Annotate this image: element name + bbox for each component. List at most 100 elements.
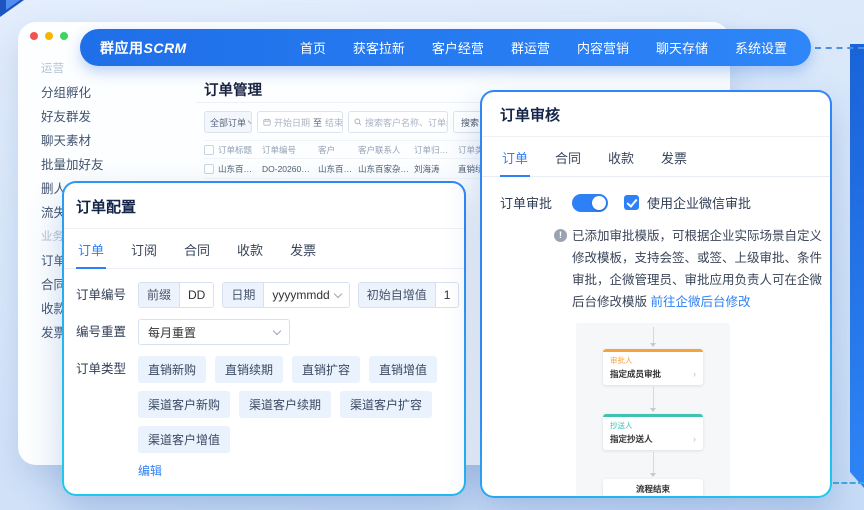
dashed-connector-top [815,47,864,49]
prefix-input-group[interactable]: 前缀 DD [138,282,215,308]
seed-label: 初始自增值 [358,283,436,307]
nav-item-group[interactable]: 群运营 [511,38,550,57]
table-header-cell: 订单标题 [218,144,253,155]
approval-hint: 启用后，创建订单时可快捷添加产品库中没有的产品 [180,493,456,494]
tab-payment[interactable]: 收款 [608,148,634,167]
sidebar-item-batch-add-friends[interactable]: 批量加好友 [41,158,104,173]
toggle-knob [592,195,606,210]
sidebar-item-group-incubation[interactable]: 分组孵化 [41,86,104,101]
tab-contract[interactable]: 合同 [184,240,210,259]
order-no-cell: DO-20260417-0... [262,163,314,174]
order-search-input[interactable]: 搜索客户名称、订单编号 [348,111,448,133]
customer-cell: 山东百家杂技... [318,163,354,174]
search-icon [354,118,362,126]
tab-contract[interactable]: 合同 [555,148,581,167]
prefix-label: 前缀 [139,283,181,307]
tab-order[interactable]: 订单 [75,240,107,269]
order-type-tag[interactable]: 渠道客户增值 [138,426,231,453]
field-label: 编号重置 [76,325,127,339]
order-approval-row: 订单审批 启用后，创建订单时可快捷添加产品库中没有的产品 [76,493,452,495]
window-controls [30,32,68,40]
screen: 群应用SCRM 首页 获客拉新 客户经营 群运营 内容营销 聊天存储 系统设置 … [0,0,864,510]
minimize-window-icon[interactable] [45,32,53,40]
flow-node-approver: 审批人 指定成员审批 › [603,349,703,385]
audit-approval-row: 订单审批 使用企业微信审批 [500,193,812,212]
field-label: 订单编号 [76,288,127,302]
right-edge-ribbon-decoration [850,44,864,488]
date-range-input[interactable]: 开始日期 至 结束日期 [257,111,343,133]
panel-title: 订单配置 [76,199,137,216]
order-status-select[interactable]: 全部订单 [204,111,252,133]
edit-types-link[interactable]: 编辑 [138,462,162,479]
order-type-row: 订单类型 直销新购 直销续期 直销扩容 直销增值 渠道客户新购 渠道客户续期 渠… [76,356,452,480]
row-checkbox[interactable] [204,163,214,174]
tab-payment[interactable]: 收款 [237,240,263,259]
date-format-select[interactable]: yyyymmdd [264,283,349,307]
contact-cell: 山东百家杂技马技 [358,163,410,174]
date-between-label: 至 [313,117,323,128]
node-title: 指定抄送人 [610,434,653,444]
nav-item-chat-archive[interactable]: 聊天存储 [656,38,708,57]
table-header-cell: 订单归属人 [414,144,454,155]
nav-item-settings[interactable]: 系统设置 [735,38,787,57]
tab-order[interactable]: 订单 [499,148,531,177]
order-type-tag[interactable]: 渠道客户续期 [239,391,332,418]
order-type-tag[interactable]: 渠道客户扩容 [340,391,433,418]
sidebar-item-chat-material[interactable]: 聊天素材 [41,134,104,149]
flow-arrow-icon [650,473,656,477]
wechat-approval-label: 使用企业微信审批 [647,196,752,211]
calendar-icon [263,118,271,126]
select-all-checkbox[interactable] [204,144,214,155]
owner-cell: 刘海涛 [414,163,440,174]
top-navbar: 群应用SCRM 首页 获客拉新 客户经营 群运营 内容营销 聊天存储 系统设置 [80,29,811,66]
info-icon: ! [554,229,567,242]
flow-node-cc: 抄送人 指定抄送人 › [603,414,703,450]
flow-connector [653,452,654,474]
corner-ribbon-decoration-light [6,0,20,10]
seed-input-group[interactable]: 初始自增值 1 [357,282,460,308]
table-header-cell: 订单编号 [262,144,297,155]
approval-info: ! 已添加审批模版，可根据企业实际场景自定义修改模板，支持会签、或签、上级审批、… [554,225,824,313]
config-tabs: 订单 订阅 合同 收款 发票 [64,229,464,269]
close-window-icon[interactable] [30,32,38,40]
nav-item-acquisition[interactable]: 获客拉新 [353,38,405,57]
app-logo: 群应用SCRM [100,38,187,58]
audit-approval-toggle[interactable] [572,193,608,212]
node-title: 指定成员审批 [610,369,662,379]
app-logo-en: SCRM [143,39,187,56]
sidebar-item-friend-mass-send[interactable]: 好友群发 [41,110,104,125]
chevron-down-icon [272,326,282,335]
order-type-tag[interactable]: 直销新购 [138,356,207,383]
order-type-tag[interactable]: 直销续期 [215,356,284,383]
date-format-group[interactable]: 日期 yyyymmdd [222,282,350,308]
search-placeholder: 搜索客户名称、订单编号 [365,117,447,128]
go-to-wecom-link[interactable]: 前往企微后台修改 [650,295,750,309]
date-start-placeholder: 开始日期 [274,117,311,128]
order-type-tag[interactable]: 渠道客户新购 [138,391,231,418]
prefix-value[interactable]: DD [180,283,214,307]
node-tag: 审批人 [610,356,633,365]
wechat-approval-checkbox[interactable] [624,195,639,210]
tab-invoice[interactable]: 发票 [661,148,687,167]
field-label: 订单审批 [76,494,138,495]
chevron-down-icon [247,116,251,125]
order-type-tag[interactable]: 直销增值 [369,356,438,383]
nav-item-content[interactable]: 内容营销 [577,38,629,57]
tab-subscription[interactable]: 订阅 [131,240,157,259]
order-title-cell: 山东百家杂技... [218,163,258,174]
order-config-panel: 订单配置 订单 订阅 合同 收款 发票 订单编号 前缀 DD 日期 yyyymm… [62,181,466,496]
seed-value[interactable]: 1 [435,283,459,307]
flow-arrow-icon [650,408,656,412]
order-approval-toggle[interactable] [138,493,170,494]
nav-item-home[interactable]: 首页 [300,38,326,57]
maximize-window-icon[interactable] [60,32,68,40]
nav-item-customer[interactable]: 客户经营 [432,38,484,57]
table-header-cell: 客户联系人 [358,144,401,155]
reset-select[interactable]: 每月重置 [138,319,290,345]
field-label: 订单类型 [76,362,127,376]
flow-node-end: 流程结束 [603,479,703,496]
tab-invoice[interactable]: 发票 [290,240,316,259]
order-type-tag[interactable]: 直销扩容 [292,356,361,383]
flow-arrow-icon [650,343,656,347]
audit-tabs: 订单 合同 收款 发票 [482,137,830,177]
